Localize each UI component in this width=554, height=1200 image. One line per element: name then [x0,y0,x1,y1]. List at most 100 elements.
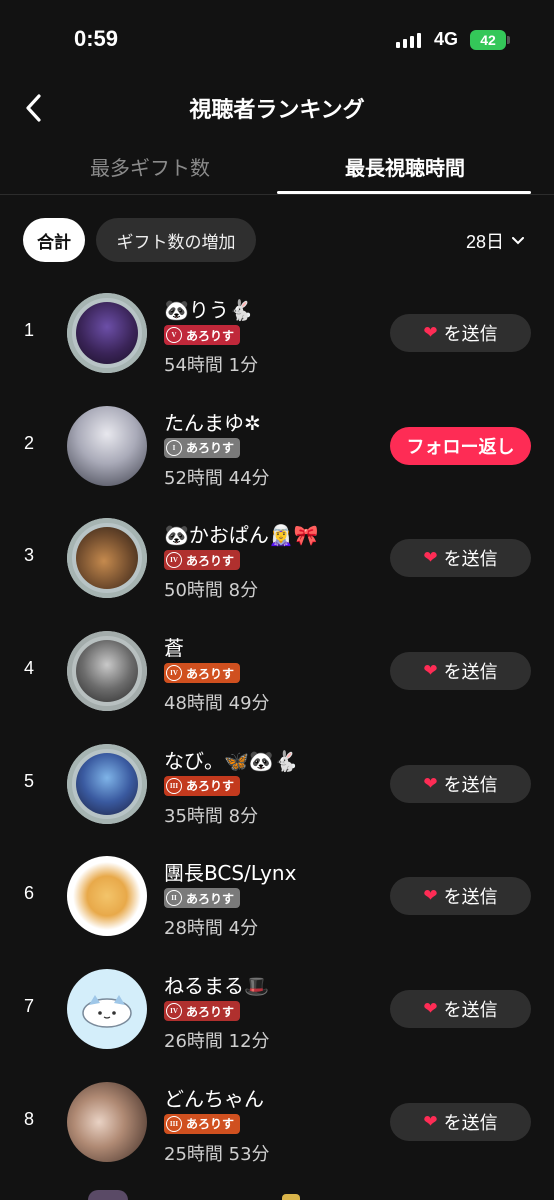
avatar[interactable] [67,293,147,373]
avatar[interactable] [67,743,147,824]
rank-number: 6 [23,883,34,904]
send-heart-button[interactable]: ❤ を送信 [390,1102,531,1141]
rank-number: 1 [23,320,34,340]
chevron-down-icon [512,237,524,245]
period-selector[interactable]: 28日 [466,228,524,254]
send-heart-button[interactable]: ❤ を送信 [390,314,531,352]
heart-icon: ❤ [423,548,438,569]
action-label: を送信 [443,549,498,571]
fan-badge: II あろりす [164,888,241,909]
list-item[interactable]: 1 🐼りう🐇 V あろりす 54時間 1分 ❤ を送信 [0,276,554,389]
watch-duration: 25時間 53分 [164,1143,270,1165]
heart-icon: ❤ [423,661,438,682]
status-time: 0:59 [74,26,119,51]
send-heart-button[interactable]: ❤ を送信 [390,539,531,578]
action-label: フォロー返し [406,436,515,458]
avatar[interactable] [67,518,147,599]
badge-level-icon: I [166,439,182,456]
viewer-name: 蒼 [164,636,184,661]
rank-number: 3 [23,545,34,566]
badge-label: あろりす [186,779,235,794]
badge-level-icon: IV [166,1003,182,1020]
fan-badge: I あろりす [164,437,241,458]
badge-label: あろりす [186,328,235,343]
watch-duration: 26時間 12分 [164,1031,270,1053]
send-heart-button[interactable]: ❤ を送信 [390,764,531,803]
viewer-name: 🐼りう🐇 [164,298,254,322]
list-item[interactable]: 3 🐼かおぱん🧝‍♀️🎀 IV あろりす 50時間 8分 ❤ を送信 [0,501,554,614]
avatar[interactable] [67,969,147,1050]
action-label: を送信 [443,774,498,796]
heart-icon: ❤ [423,1111,438,1132]
active-tab-indicator [277,191,531,194]
badge-level-icon: IV [166,552,182,569]
viewer-name: どんちゃん [164,1086,264,1111]
list-item[interactable]: 4 蒼 IV あろりす 48時間 49分 ❤ を送信 [0,614,554,727]
avatar[interactable] [67,405,147,486]
viewer-ranking-list: 1 🐼りう🐇 V あろりす 54時間 1分 ❤ を送信 2 たんまゆ✲ I あろ… [0,276,554,1178]
viewer-name: 🐼かおぱん🧝‍♀️🎀 [164,523,319,548]
character-illustration [82,995,132,1028]
follow-back-button[interactable]: フォロー返し [390,426,531,465]
avatar[interactable] [67,1081,147,1162]
next-avatar-partial [88,1190,128,1200]
network-type: 4G [434,29,459,49]
viewer-name: 團長BCS/Lynx [164,861,297,886]
send-heart-button[interactable]: ❤ を送信 [390,877,531,916]
avatar[interactable] [67,856,147,937]
tab-bar: 最多ギフト数 最長視聴時間 [0,140,554,195]
avatar[interactable] [67,631,147,712]
action-label: を送信 [443,1000,498,1022]
watch-duration: 54時間 1分 [164,355,259,376]
period-label: 28日 [465,232,504,252]
header: 視聴者ランキング [0,82,554,134]
badge-level-icon: III [166,1115,182,1132]
tab-longest-watch-time[interactable]: 最長視聴時間 [295,152,515,181]
badge-label: あろりす [186,891,235,906]
status-bar: 0:59 4G 42 [0,0,554,80]
fan-badge: III あろりす [164,775,241,796]
tab-most-gifts[interactable]: 最多ギフト数 [60,152,240,181]
next-name-emoji-partial [282,1194,300,1200]
badge-label: あろりす [186,666,235,681]
signal-icon [396,32,421,48]
heart-icon: ❤ [423,886,438,907]
watch-duration: 48時間 49分 [164,693,270,715]
list-item[interactable]: 5 なび。🦋🐼🐇 III あろりす 35時間 8分 ❤ を送信 [0,727,554,840]
fan-badge: IV あろりす [164,663,241,684]
action-label: を送信 [443,887,498,909]
badge-level-icon: II [166,890,182,907]
watch-duration: 35時間 8分 [164,805,259,827]
filter-bar: 合計 ギフト数の増加 28日 [0,218,554,264]
fan-badge: IV あろりす [164,1001,241,1022]
battery-level: 42 [480,32,496,48]
watch-duration: 52時間 44分 [164,467,270,489]
action-label: を送信 [443,1112,498,1134]
rank-number: 4 [23,658,34,679]
action-label: を送信 [443,324,498,345]
watch-duration: 28時間 4分 [164,918,259,940]
viewer-name: たんまゆ✲ [164,410,261,435]
filter-gift-increase-chip[interactable]: ギフト数の増加 [96,218,256,262]
filter-total-chip[interactable]: 合計 [23,218,85,262]
rank-number: 2 [23,432,34,453]
list-item[interactable]: 8 どんちゃん III あろりす 25時間 53分 ❤ を送信 [0,1065,554,1178]
badge-level-icon: IV [166,665,182,682]
heart-icon: ❤ [423,999,438,1020]
badge-label: あろりす [186,441,235,456]
send-heart-button[interactable]: ❤ を送信 [390,652,531,691]
viewer-name: ねるまる🎩 [164,974,269,999]
badge-level-icon: III [166,777,182,794]
list-item[interactable]: 2 たんまゆ✲ I あろりす 52時間 44分 フォロー返し [0,389,554,502]
viewer-name: なび。🦋🐼🐇 [164,748,299,773]
rank-number: 8 [23,1108,34,1129]
fan-badge: III あろりす [164,1113,241,1134]
rank-number: 5 [23,770,34,791]
fan-badge: IV あろりす [164,550,241,571]
rank-number: 7 [23,996,34,1017]
badge-label: あろりす [186,1117,235,1132]
send-heart-button[interactable]: ❤ を送信 [390,990,531,1029]
list-item[interactable]: 7 ねるまる🎩 IV あろりす 26時間 12分 ❤ を送信 [0,952,554,1065]
watch-duration: 50時間 8分 [164,580,259,602]
list-item[interactable]: 6 團長BCS/Lynx II あろりす 28時間 4分 ❤ を送信 [0,839,554,952]
